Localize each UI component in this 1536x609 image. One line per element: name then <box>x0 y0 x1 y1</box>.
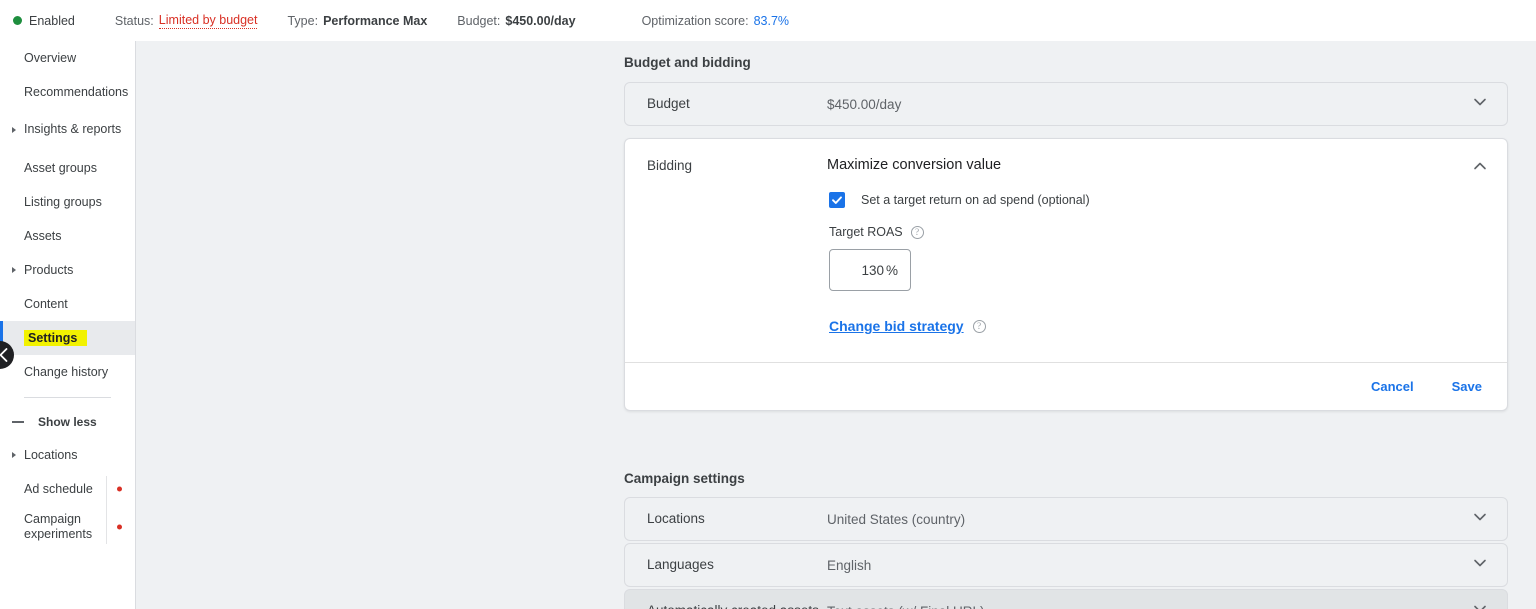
sidebar-item-label: Assets <box>24 228 62 243</box>
bidding-strategy-value: Maximize conversion value <box>827 157 1002 173</box>
sidebar-divider <box>24 397 111 398</box>
target-roas-checkbox-label: Set a target return on ad spend (optiona… <box>861 192 1090 207</box>
settings-main-panel: Budget and bidding Budget $450.00/day Bi… <box>136 41 1536 609</box>
budget-key: Budget: <box>457 13 501 28</box>
sidebar-show-less-button[interactable]: Show less <box>0 406 135 438</box>
bidding-label: Bidding <box>647 158 693 173</box>
sidebar-item-insights-reports[interactable]: Insights & reports <box>0 109 135 151</box>
sidebar-item-products[interactable]: Products <box>0 253 135 287</box>
sidebar-item-locations[interactable]: Locations <box>0 438 135 472</box>
campaign-setting-value: English <box>827 557 872 573</box>
sidebar-item-overview[interactable]: Overview <box>0 41 135 75</box>
show-less-label: Show less <box>38 415 97 429</box>
campaign-setting-label: Locations <box>647 510 705 526</box>
change-bid-strategy-row: Change bid strategy ? <box>829 318 1507 334</box>
campaign-setting-value: United States (country) <box>827 511 966 527</box>
bidding-card-body: Set a target return on ad spend (optiona… <box>625 180 1507 334</box>
sidebar-item-separator <box>106 476 107 510</box>
sidebar-item-assets[interactable]: Assets <box>0 219 135 253</box>
campaign-setting-label: Languages <box>647 556 714 572</box>
target-roas-unit: % <box>885 262 898 278</box>
optimization-score-key: Optimization score: <box>641 13 749 28</box>
campaign-status: Status: Limited by budget <box>115 13 258 29</box>
sidebar-item-recommendations[interactable]: Recommendations <box>0 75 135 109</box>
budget-value: $450.00/day <box>505 13 576 28</box>
budget-row-value: $450.00/day <box>827 96 902 112</box>
sidebar-item-label: Insights & reports <box>24 122 122 137</box>
chevron-down-icon[interactable] <box>1471 93 1489 116</box>
sidebar-nav: Overview Recommendations Insights & report… <box>0 41 136 609</box>
sidebar-item-campaign-experiments[interactable]: Campaign experiments <box>0 506 135 548</box>
chevron-right-icon[interactable] <box>12 127 16 133</box>
campaign-setting-row[interactable]: Languages English <box>624 543 1508 587</box>
chevron-down-icon[interactable] <box>1471 554 1489 577</box>
optimization-score: Optimization score: 83.7% <box>642 14 789 28</box>
status-key: Status: <box>114 13 154 28</box>
sidebar-item-label: Asset groups <box>24 160 97 175</box>
status-value[interactable]: Limited by budget <box>158 13 258 29</box>
target-roas-checkbox[interactable] <box>829 192 845 208</box>
sidebar-item-listing-groups[interactable]: Listing groups <box>0 185 135 219</box>
sidebar-item-change-history[interactable]: Change history <box>0 355 135 389</box>
chevron-right-icon[interactable] <box>12 452 16 458</box>
sidebar-primary-list: Overview Recommendations Insights & report… <box>0 41 135 389</box>
help-icon[interactable]: ? <box>972 319 986 333</box>
sidebar-item-label: Content <box>24 296 68 311</box>
status-dot-icon <box>13 16 22 25</box>
campaign-setting-value: Text assets (w/ Final URL) <box>827 604 1471 609</box>
sidebar-item-label: Overview <box>24 50 77 65</box>
sidebar-item-label: Recommendations <box>24 84 129 99</box>
campaign-setting-label: Automatically created assets <box>647 603 827 609</box>
bidding-card: Bidding Maximize conversion value Set a … <box>624 138 1508 411</box>
target-roas-label-row: Target ROAS ? <box>829 225 1507 239</box>
notification-dot-icon <box>117 524 122 530</box>
budget-row-label: Budget <box>647 95 690 111</box>
save-button[interactable]: Save <box>1452 379 1482 394</box>
campaign-setting-row[interactable]: Locations United States (country) <box>624 497 1508 541</box>
campaign-type: Type: Performance Max <box>287 14 427 28</box>
chevron-down-icon[interactable] <box>1471 600 1489 609</box>
target-roas-checkbox-row[interactable]: Set a target return on ad spend (optiona… <box>829 192 1507 214</box>
help-icon[interactable]: ? <box>910 225 924 239</box>
chevron-left-icon <box>0 348 8 362</box>
sidebar-secondary-list: Locations Ad schedule Campaign experiments <box>0 438 135 548</box>
enabled-label: Enabled <box>29 13 75 28</box>
budget-row[interactable]: Budget $450.00/day <box>624 82 1508 126</box>
chevron-up-icon[interactable] <box>1471 157 1489 180</box>
type-value: Performance Max <box>323 13 428 28</box>
sidebar-item-label: Ad schedule <box>24 481 93 496</box>
chevron-down-icon[interactable] <box>1471 508 1489 531</box>
minus-icon <box>12 421 24 423</box>
campaign-setting-row[interactable]: Automatically created assetsText assets … <box>624 589 1508 609</box>
sidebar-item-content[interactable]: Content <box>0 287 135 321</box>
sidebar-item-separator <box>106 510 107 544</box>
change-bid-strategy-link[interactable]: Change bid strategy <box>829 318 964 334</box>
sidebar-item-label: Settings <box>24 329 88 347</box>
chevron-right-icon[interactable] <box>12 267 16 273</box>
check-icon <box>832 196 842 204</box>
type-key: Type: <box>287 13 319 28</box>
campaign-settings-list: Locations United States (country) Language… <box>624 497 1508 609</box>
cancel-button[interactable]: Cancel <box>1371 379 1414 394</box>
target-roas-value: 130 <box>861 262 884 278</box>
sidebar-item-settings[interactable]: Settings <box>0 321 135 355</box>
sidebar-item-asset-groups[interactable]: Asset groups <box>0 151 135 185</box>
campaign-settings-title: Campaign settings <box>624 471 745 486</box>
target-roas-input[interactable]: 130 % <box>829 249 911 291</box>
sidebar-item-label: Listing groups <box>24 194 102 209</box>
campaign-status-bar: Enabled Status: Limited by budget Type: … <box>0 0 1536 41</box>
campaign-budget: Budget: $450.00/day <box>457 14 575 28</box>
bidding-card-actions: Cancel Save <box>625 362 1507 410</box>
campaign-enabled-status: Enabled <box>13 14 75 28</box>
target-roas-label: Target ROAS <box>829 225 903 239</box>
sidebar-item-label: Products <box>24 262 74 277</box>
notification-dot-icon <box>117 486 122 492</box>
sidebar-item-label: Locations <box>24 447 78 462</box>
sidebar-item-label: Change history <box>24 364 109 379</box>
sidebar-item-ad-schedule[interactable]: Ad schedule <box>0 472 135 510</box>
optimization-score-value[interactable]: 83.7% <box>754 14 789 28</box>
budget-and-bidding-title: Budget and bidding <box>624 55 751 70</box>
bidding-card-header[interactable]: Bidding Maximize conversion value <box>625 139 1507 180</box>
